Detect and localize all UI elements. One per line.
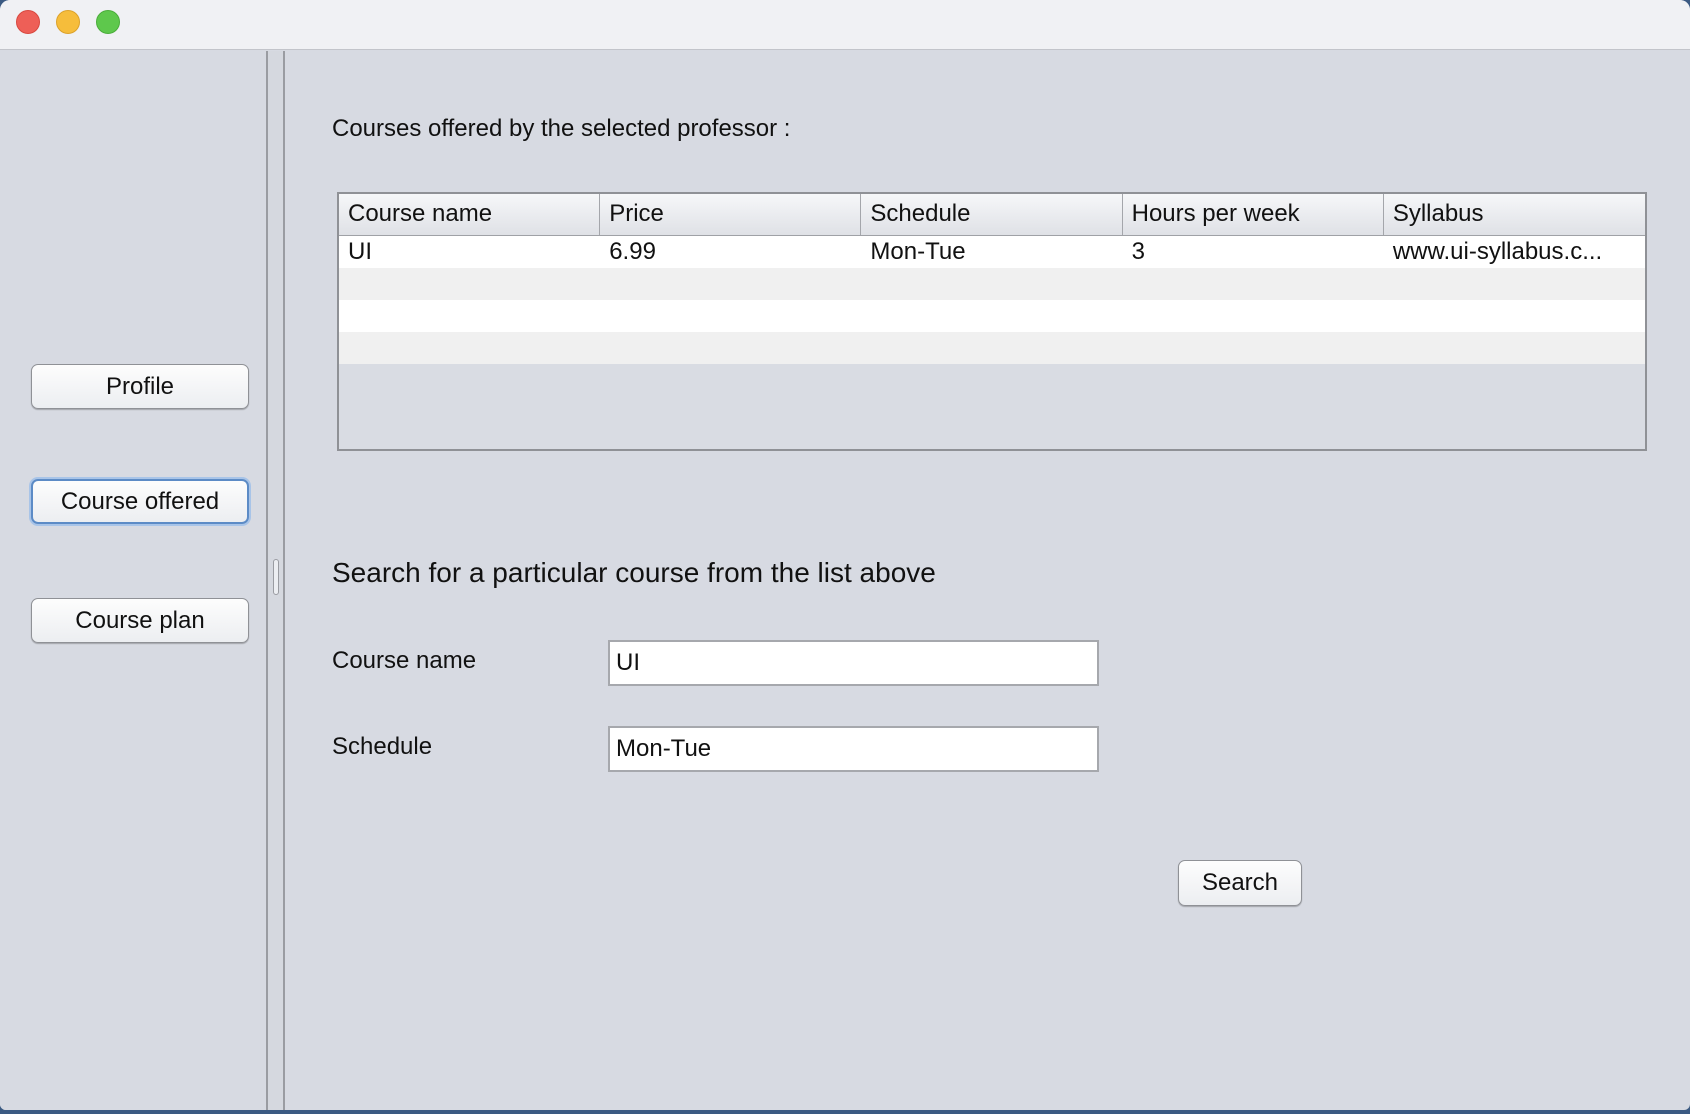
search-section-title: Search for a particular course from the … xyxy=(332,557,936,588)
schedule-label: Schedule xyxy=(332,733,433,760)
maximize-window-icon[interactable] xyxy=(96,10,120,34)
profile-button[interactable]: Profile xyxy=(31,364,249,409)
column-header-schedule[interactable]: Schedule xyxy=(861,194,1123,235)
column-header-syllabus[interactable]: Syllabus xyxy=(1384,194,1645,235)
cell-price: 6.99 xyxy=(609,238,656,265)
sidebar: Profile Course offered Course plan xyxy=(0,51,266,1110)
close-window-icon[interactable] xyxy=(16,10,40,34)
table-row[interactable]: UI 6.99 Mon-Tue 3 www.ui-syllabus.c... xyxy=(339,236,1645,268)
empty-table-row xyxy=(339,332,1645,364)
course-name-input[interactable] xyxy=(608,640,1099,686)
cell-course-name: UI xyxy=(348,238,372,265)
course-name-label: Course name xyxy=(332,647,477,674)
main-content: Courses offered by the selected professo… xyxy=(285,51,1690,1110)
table-header: Course name Price Schedule Hours per wee… xyxy=(339,194,1645,236)
column-header-hours-per-week[interactable]: Hours per week xyxy=(1123,194,1384,235)
column-header-price[interactable]: Price xyxy=(600,194,862,235)
courses-table: Course name Price Schedule Hours per wee… xyxy=(337,192,1647,451)
title-bar xyxy=(0,0,1690,50)
column-header-course-name[interactable]: Course name xyxy=(339,194,601,235)
minimize-window-icon[interactable] xyxy=(56,10,80,34)
empty-table-row xyxy=(339,268,1645,300)
course-offered-button[interactable]: Course offered xyxy=(31,479,249,524)
divider-grip-handle[interactable] xyxy=(273,559,279,595)
course-plan-button[interactable]: Course plan xyxy=(31,598,249,643)
courses-heading: Courses offered by the selected professo… xyxy=(332,115,791,142)
schedule-input[interactable] xyxy=(608,726,1099,772)
app-window: Profile Course offered Course plan Cours… xyxy=(0,0,1690,1110)
split-pane-divider[interactable] xyxy=(266,51,285,1110)
search-button[interactable]: Search xyxy=(1178,860,1302,906)
cell-syllabus: www.ui-syllabus.c... xyxy=(1392,238,1603,265)
cell-schedule: Mon-Tue xyxy=(870,238,966,265)
empty-table-row xyxy=(339,300,1645,332)
cell-hours-per-week: 3 xyxy=(1131,238,1145,265)
